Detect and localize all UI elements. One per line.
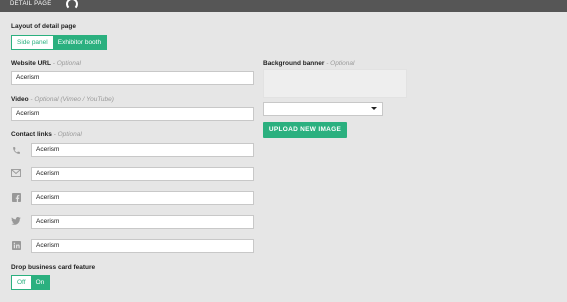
banner-preview — [263, 69, 407, 98]
facebook-input[interactable]: Acerism — [31, 191, 254, 205]
website-url-label: Website URL - Optional — [11, 60, 81, 67]
background-banner-optional: - Optional — [324, 60, 355, 67]
video-optional: - Optional (Vimeo / YouTube) — [28, 96, 114, 103]
video-label: Video - Optional (Vimeo / YouTube) — [11, 96, 114, 103]
chevron-down-icon — [371, 107, 377, 110]
layout-toggle: Side panel Exhibitor booth — [11, 35, 108, 50]
contact-links-optional: - Optional — [51, 131, 82, 138]
facebook-icon — [11, 192, 21, 202]
twitter-input[interactable]: Acerism — [31, 215, 254, 229]
layout-option-exhibitor-booth[interactable]: Exhibitor booth — [52, 36, 107, 49]
twitter-icon — [11, 216, 21, 226]
video-input[interactable]: Acerism — [11, 107, 254, 121]
layout-label: Layout of detail page — [11, 23, 77, 30]
page-title: DETAIL PAGE — [10, 1, 52, 7]
website-url-label-text: Website URL — [11, 60, 51, 67]
business-card-toggle: Off On — [11, 275, 51, 290]
background-banner-label-text: Background banner — [263, 60, 325, 67]
banner-select[interactable] — [263, 102, 383, 116]
phone-icon — [11, 145, 21, 155]
top-bar: DETAIL PAGE — [0, 0, 567, 12]
video-label-text: Video — [11, 96, 29, 103]
website-url-input[interactable]: Acerism — [11, 71, 254, 85]
business-card-option-on[interactable]: On — [30, 276, 50, 289]
banner-select-value — [264, 111, 268, 118]
phone-input[interactable]: Acerism — [31, 143, 254, 157]
email-icon — [11, 168, 21, 178]
email-input[interactable]: Acerism — [31, 167, 254, 181]
business-card-label: Drop business card feature — [11, 264, 96, 271]
background-banner-label: Background banner - Optional — [263, 60, 354, 67]
loading-spinner-icon — [66, 0, 78, 10]
linkedin-input[interactable]: Acerism — [31, 239, 254, 253]
business-card-option-off[interactable]: Off — [12, 276, 31, 289]
website-url-optional: - Optional — [50, 60, 81, 67]
linkedin-icon — [11, 240, 21, 250]
contact-links-label: Contact links - Optional — [11, 131, 82, 138]
contact-links-label-text: Contact links — [11, 131, 52, 138]
upload-new-image-button[interactable]: UPLOAD NEW IMAGE — [263, 122, 347, 138]
layout-option-side-panel[interactable]: Side panel — [12, 36, 53, 49]
